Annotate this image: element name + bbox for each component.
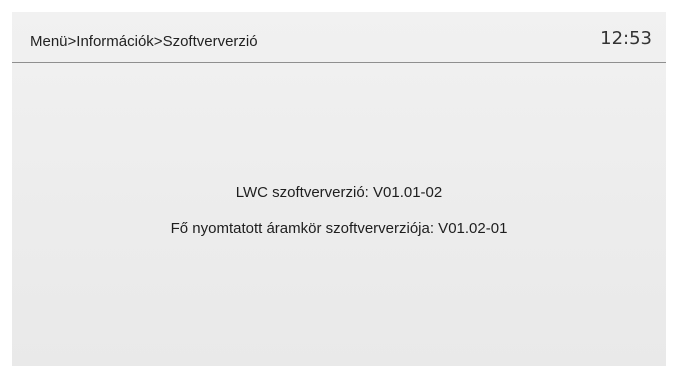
header-bar: Menü>Információk>Szoftververzió 12:53 (12, 12, 666, 62)
screen-frame: Menü>Információk>Szoftververzió 12:53 LW… (12, 12, 666, 366)
content-area (12, 62, 666, 366)
lwc-software-version: LWC szoftververzió: V01.01-02 (235, 184, 443, 201)
main-pcb-software-version: Fő nyomtatott áramkör szoftververziója: … (170, 220, 508, 237)
breadcrumb[interactable]: Menü>Információk>Szoftververzió (30, 33, 258, 50)
clock: 12:53 (600, 28, 652, 49)
